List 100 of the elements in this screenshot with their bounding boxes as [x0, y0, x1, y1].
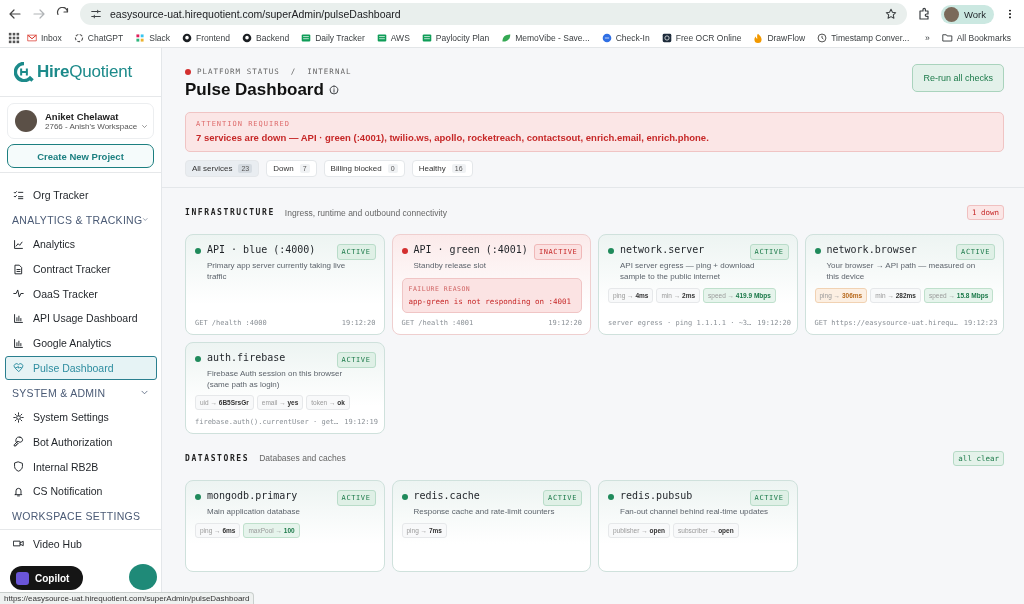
pulse-icon [13, 288, 24, 300]
avatar [15, 110, 37, 132]
bookmark[interactable]: AWS [371, 30, 415, 45]
create-project-button[interactable]: Create New Project [7, 144, 154, 168]
video-camera-icon [13, 538, 24, 550]
bookmark[interactable]: Inbox [22, 30, 67, 45]
bookmark[interactable]: DrawFlow [748, 30, 811, 45]
disc-icon [182, 32, 193, 43]
rerun-checks-button[interactable]: Re-run all checks [912, 64, 1004, 92]
status-dot [814, 248, 821, 254]
service-description: Primary app server currently taking live traffic [207, 261, 347, 283]
bookmark[interactable]: Frontend [177, 30, 236, 45]
address-bar[interactable]: easysource-uat.hirequotient.com/superAdmin/pulseDashboard [80, 3, 907, 25]
copilot-button[interactable]: Copilot [10, 566, 84, 590]
bookmark[interactable]: Check-In [596, 30, 655, 45]
sidebar-item[interactable]: OaaS Tracker [5, 281, 157, 306]
service-name: auth.firebase [207, 351, 287, 363]
pinwheel-icon [135, 32, 146, 43]
bell-icon [13, 485, 24, 497]
bookmark[interactable]: Daily Tracker [296, 30, 370, 45]
shield-icon [13, 461, 24, 473]
sidebar-item[interactable]: Video Hub [5, 531, 157, 556]
flame-icon [753, 32, 764, 43]
avatar [944, 6, 959, 22]
service-description: Your browser → API path — measured on this device [826, 261, 977, 283]
bookmark[interactable]: ChatGPT [68, 30, 129, 45]
star-icon[interactable] [885, 8, 897, 20]
sidebar-item[interactable]: Bot Authorization [5, 429, 157, 454]
sidebar-item[interactable]: API Usage Dashboard [5, 306, 157, 331]
info-icon[interactable] [328, 85, 339, 95]
heart-icon [13, 362, 24, 374]
spreadsheet-icon [421, 32, 432, 43]
leaf-icon [501, 32, 512, 43]
all-bookmarks[interactable]: All Bookmarks [936, 30, 1016, 45]
bookmark[interactable]: Timestamp Conver... [812, 30, 915, 45]
spreadsheet-icon [376, 32, 387, 43]
document-icon [13, 263, 24, 275]
service-description: Firebase Auth session on this browser (same path as login) [207, 368, 344, 391]
extensions-icon[interactable] [917, 7, 931, 21]
bookmark[interactable]: Backend [237, 30, 295, 45]
section-subtitle: Databases and caches [259, 453, 347, 464]
envelope-icon [27, 32, 37, 43]
bookmark[interactable]: Slack [130, 30, 176, 45]
section-heading[interactable]: SYSTEM & ADMIN [12, 386, 106, 399]
user-name: Aniket Chelawat [45, 111, 120, 122]
status-dot [195, 355, 201, 362]
square-icon [661, 32, 672, 43]
section-title: INFRASTRUCTURE [185, 208, 275, 217]
page-title: Pulse Dashboard [185, 80, 324, 100]
clock-icon [817, 32, 828, 43]
disc-icon [242, 32, 253, 43]
workspace-name: 2766 - Anish's Workspace [45, 122, 138, 131]
brand-name: HireQuotient [37, 62, 132, 82]
status-dot [185, 68, 191, 75]
apps-grid-icon[interactable] [8, 31, 20, 44]
bookmark[interactable]: Paylocity Plan [416, 30, 495, 45]
section-subtitle: Ingress, runtime and outbound connectivity [284, 207, 448, 218]
sidebar-item[interactable]: Google Analytics [5, 331, 157, 356]
phone-button[interactable] [129, 564, 157, 590]
service-name: API · green (:4001) [413, 244, 528, 255]
more-bookmarks-button[interactable]: » [919, 30, 935, 45]
gear-icon [13, 411, 24, 423]
sidebar-item[interactable]: CS Notification [5, 479, 157, 504]
checklist-icon [13, 189, 24, 201]
service-name: redis.cache [413, 489, 481, 501]
bookmark[interactable]: MemoVibe - Save... [496, 30, 595, 45]
service-name: network.browser [826, 244, 918, 255]
status-dot [608, 493, 614, 500]
status-dot [195, 493, 201, 500]
disc-icon [601, 32, 612, 43]
service-name: network.server [620, 244, 706, 255]
alert-message: 7 services are down — API · green (:4001), twilio.ws, apollo, rocketreach, contactsout, enrich.email, enrich.phone. [196, 132, 710, 143]
copilot-icon [16, 571, 29, 585]
line-chart-icon [13, 238, 24, 250]
bookmark[interactable]: Free OCR Online [656, 30, 747, 45]
site-info-icon[interactable] [90, 8, 102, 20]
service-description: Standby release slot [413, 261, 487, 272]
sidebar-item[interactable]: Pulse Dashboard [5, 355, 157, 380]
sidebar-item[interactable]: Contract Tracker [5, 257, 157, 282]
link-preview-url: https://easysource-uat.hirequotient.com/superAdmin/pulseDashboard [0, 592, 255, 604]
section-heading[interactable]: ANALYTICS & TRACKING [12, 213, 143, 226]
service-name: redis.pubsub [620, 489, 694, 501]
service-name: mongodb.primary [207, 489, 299, 501]
back-icon[interactable] [8, 7, 22, 21]
profile-button[interactable]: Work [941, 4, 994, 24]
status-dot [401, 493, 408, 500]
sidebar-item[interactable]: Org Tracker [5, 183, 157, 207]
user-card[interactable]: Aniket Chelawat 2766 - Anish's Workspace [7, 103, 154, 139]
sidebar-item[interactable]: Analytics [5, 232, 157, 257]
service-description: Response cache and rate-limit counters [413, 506, 556, 518]
url-text: easysource-uat.hirequotient.com/superAdmin/pulseDashboard [110, 8, 402, 20]
section-heading[interactable]: WORKSPACE SETTINGS [12, 509, 141, 522]
sidebar-item[interactable]: System Settings [5, 405, 157, 430]
swirl-icon [73, 32, 84, 43]
sidebar-item[interactable]: Internal RB2B [5, 454, 157, 479]
spreadsheet-icon [301, 32, 312, 43]
folder-icon [941, 32, 953, 43]
status-dot [608, 248, 614, 254]
chevron-down-icon[interactable] [140, 388, 149, 397]
section-title: DATASTORES [185, 453, 250, 463]
